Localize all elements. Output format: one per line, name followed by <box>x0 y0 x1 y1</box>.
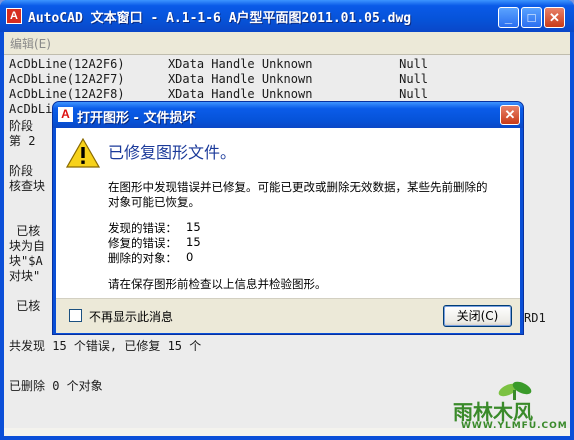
dialog-title-bar[interactable]: A 打开图形 - 文件损坏 ✕ <box>53 102 523 128</box>
dialog-close-button[interactable]: ✕ <box>500 105 520 125</box>
close-dialog-button[interactable]: 关闭(C) <box>443 305 512 327</box>
menu-bar: 编辑(E) <box>4 32 570 55</box>
dont-show-again-checkbox[interactable] <box>69 309 82 322</box>
title-bar[interactable]: A AutoCAD 文本窗口 - A.1-1-6 A户型平面图2011.01.0… <box>0 0 574 32</box>
text-line: AcDbLine(12A2F7) XData Handle Unknown Nu… <box>9 72 429 86</box>
watermark-url: WWW.YLMFU.COM <box>461 421 568 431</box>
dialog-message-line1: 在图形中发现错误并已修复。可能已更改或删除无效数据，某些先前删除的 <box>108 180 488 194</box>
text-line: AcDbLine(12A2F8) XData Handle Unknown Nu… <box>9 87 429 101</box>
text-line: 对块" <box>9 269 41 283</box>
close-button[interactable]: ✕ <box>544 7 565 28</box>
autocad-dialog-icon: A <box>58 107 73 122</box>
stat-fixed-value: 15 <box>186 235 201 249</box>
dialog-footer: 不再显示此消息 关闭(C) <box>56 298 520 333</box>
text-line: 核查块 <box>9 179 46 193</box>
text-fragment-right: RD1 <box>524 311 546 325</box>
autocad-app-icon: A <box>6 8 22 24</box>
file-corrupt-dialog: A 打开图形 - 文件损坏 ✕ 已修复图形文件。 在图形中发现错误并已修复。可能… <box>52 101 524 335</box>
stat-deleted-value: 0 <box>186 250 194 264</box>
maximize-button[interactable]: □ <box>521 7 542 28</box>
text-line: 已删除 0 个对象 <box>9 379 103 393</box>
text-line: AcDbLine(12A2F6) XData Handle Unknown Nu… <box>9 57 429 71</box>
text-line: 第 2 <box>9 134 36 148</box>
dialog-heading: 已修复图形文件。 <box>108 143 237 162</box>
stat-found-label: 发现的错误： <box>108 221 177 235</box>
text-line: 已核 <box>9 299 41 313</box>
dialog-advice: 请在保存图形前检查以上信息并检验图形。 <box>108 277 327 291</box>
dialog-body: 已修复图形文件。 在图形中发现错误并已修复。可能已更改或删除无效数据，某些先前删… <box>56 128 520 298</box>
window-title: AutoCAD 文本窗口 - A.1-1-6 A户型平面图2011.01.05.… <box>28 11 412 26</box>
dont-show-again-label[interactable]: 不再显示此消息 <box>89 308 173 325</box>
menu-edit[interactable]: 编辑(E) <box>10 35 51 52</box>
dialog-title: 打开图形 - 文件损坏 <box>77 111 196 126</box>
stat-deleted-label: 删除的对象： <box>108 251 177 265</box>
stat-fixed-label: 修复的错误： <box>108 236 177 250</box>
warning-icon <box>66 138 100 168</box>
stat-found-value: 15 <box>186 220 201 234</box>
dialog-message-line2: 对象可能已恢复。 <box>108 195 200 209</box>
text-line: 共发现 15 个错误, 已修复 15 个 <box>9 339 202 353</box>
minimize-button[interactable]: _ <box>498 7 519 28</box>
